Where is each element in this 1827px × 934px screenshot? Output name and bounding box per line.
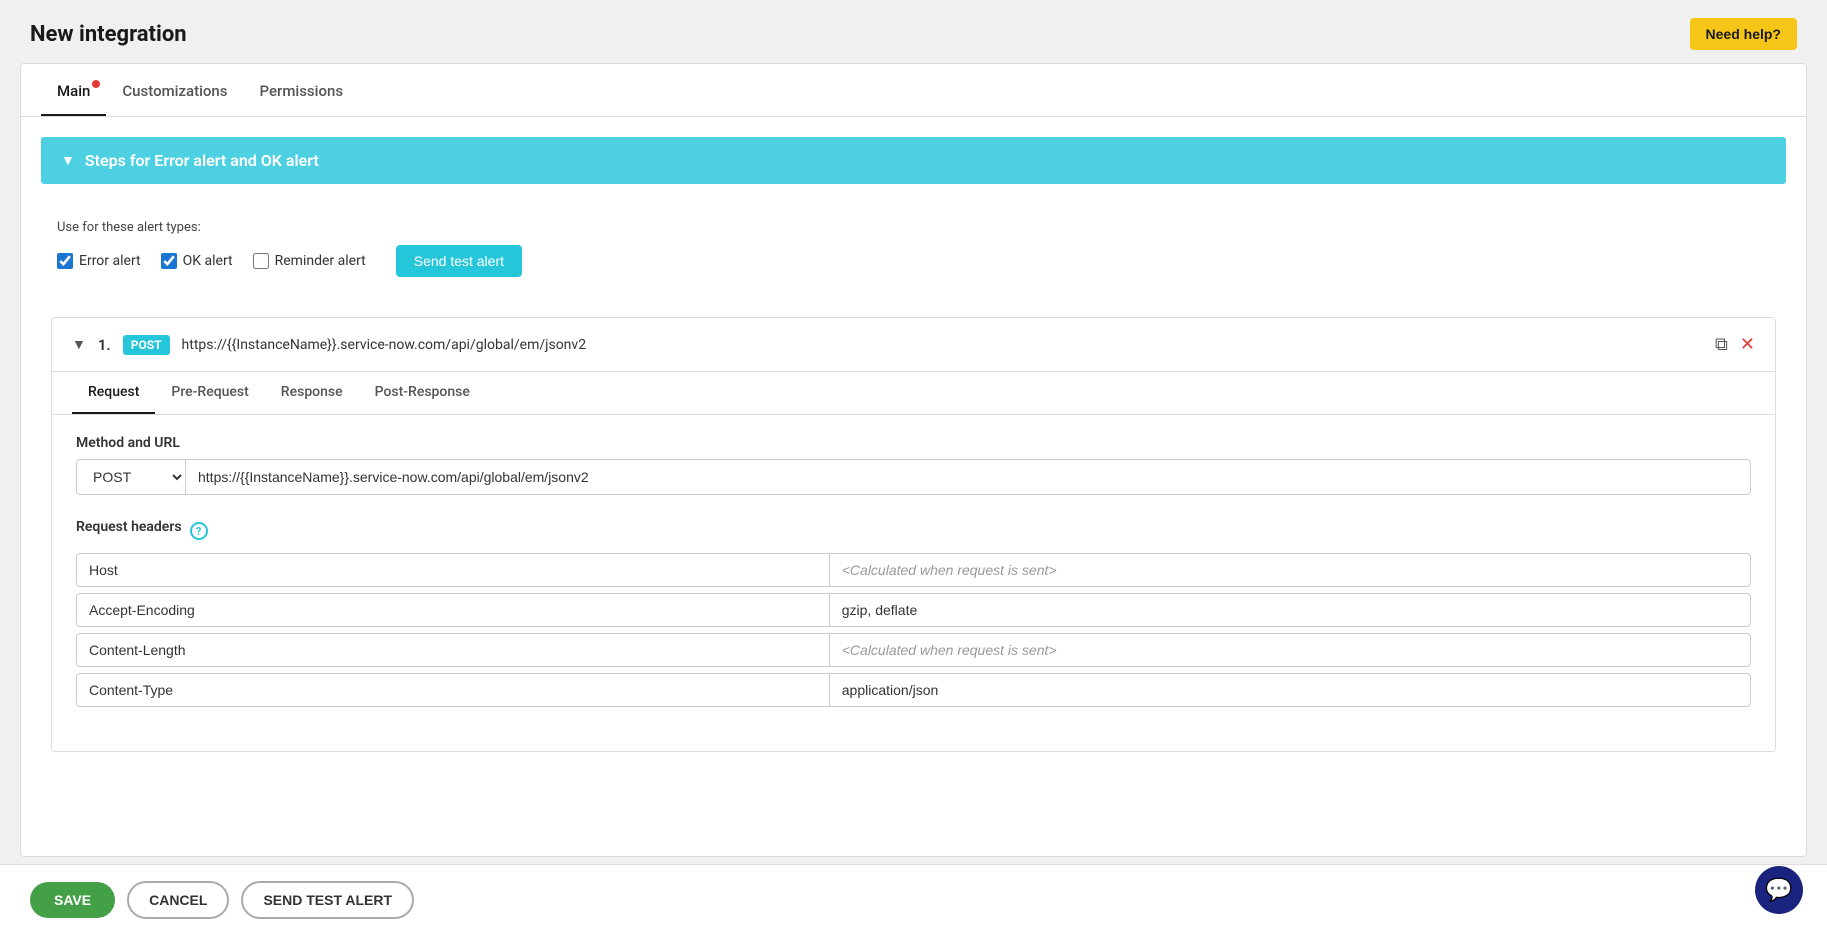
header-value-4[interactable] xyxy=(830,673,1751,707)
step-content: Method and URL POST GET PUT PATCH DELETE… xyxy=(52,415,1775,751)
main-tab-dot xyxy=(92,80,100,88)
headers-label-row: Request headers ? xyxy=(76,519,1751,543)
send-test-alert-inline-button[interactable]: Send test alert xyxy=(396,245,522,277)
tab-bar: Main Customizations Permissions xyxy=(21,64,1806,117)
alert-types-label: Use for these alert types: xyxy=(57,220,1770,235)
ok-alert-checkbox-item[interactable]: OK alert xyxy=(161,253,233,269)
alert-types-section: Use for these alert types: Error alert O… xyxy=(21,204,1806,297)
header-value-1[interactable] xyxy=(830,553,1751,587)
chat-bubble[interactable]: 💬 xyxy=(1755,866,1803,914)
header-key-4[interactable] xyxy=(76,673,830,707)
header-row-4 xyxy=(76,673,1751,707)
header-row-2 xyxy=(76,593,1751,627)
step-actions: ⧉ ✕ xyxy=(1715,334,1755,355)
step-method-badge: POST xyxy=(123,335,170,355)
page-title: New integration xyxy=(0,0,1827,63)
section-chevron-icon: ▼ xyxy=(61,152,75,169)
error-alert-checkbox-item[interactable]: Error alert xyxy=(57,253,141,269)
tab-permissions[interactable]: Permissions xyxy=(244,64,360,116)
header-value-3[interactable] xyxy=(830,633,1751,667)
ok-alert-checkbox[interactable] xyxy=(161,253,177,269)
need-help-button[interactable]: Need help? xyxy=(1690,18,1797,50)
save-button[interactable]: SAVE xyxy=(30,882,115,918)
headers-label: Request headers xyxy=(76,519,182,535)
alert-types-row: Error alert OK alert Reminder alert Send… xyxy=(57,245,1770,277)
step-header: ▼ 1. POST https://{{InstanceName}}.servi… xyxy=(52,318,1775,371)
reminder-alert-checkbox[interactable] xyxy=(253,253,269,269)
step-tab-pre-request[interactable]: Pre-Request xyxy=(155,372,264,414)
reminder-alert-checkbox-item[interactable]: Reminder alert xyxy=(253,253,366,269)
header-key-3[interactable] xyxy=(76,633,830,667)
header-key-1[interactable] xyxy=(76,553,830,587)
method-url-row: POST GET PUT PATCH DELETE xyxy=(76,459,1751,495)
step-expand-chevron-icon[interactable]: ▼ xyxy=(72,336,86,353)
error-alert-checkbox[interactable] xyxy=(57,253,73,269)
url-input[interactable] xyxy=(186,459,1751,495)
request-headers-group: Request headers ? xyxy=(76,519,1751,707)
error-alert-label: Error alert xyxy=(79,253,141,269)
method-select[interactable]: POST GET PUT PATCH DELETE xyxy=(76,459,186,495)
copy-icon[interactable]: ⧉ xyxy=(1715,334,1728,355)
header-row-3 xyxy=(76,633,1751,667)
tab-main[interactable]: Main xyxy=(41,64,106,116)
step-card: ▼ 1. POST https://{{InstanceName}}.servi… xyxy=(51,317,1776,752)
chat-bubble-icon: 💬 xyxy=(1765,878,1792,903)
section-header[interactable]: ▼ Steps for Error alert and OK alert xyxy=(41,137,1786,184)
step-url-display: https://{{InstanceName}}.service-now.com… xyxy=(182,337,1704,353)
cancel-button[interactable]: CANCEL xyxy=(127,881,229,919)
method-url-label: Method and URL xyxy=(76,435,1751,451)
step-tab-bar: Request Pre-Request Response Post-Respon… xyxy=(52,371,1775,415)
reminder-alert-label: Reminder alert xyxy=(275,253,366,269)
step-tab-post-response[interactable]: Post-Response xyxy=(359,372,486,414)
tab-customizations[interactable]: Customizations xyxy=(106,64,243,116)
step-tab-request[interactable]: Request xyxy=(72,372,155,414)
bottom-bar: SAVE CANCEL SEND TEST ALERT xyxy=(0,864,1827,934)
method-url-group: Method and URL POST GET PUT PATCH DELETE xyxy=(76,435,1751,495)
step-number: 1. xyxy=(98,336,111,354)
send-test-alert-button[interactable]: SEND TEST ALERT xyxy=(241,881,414,919)
header-value-2[interactable] xyxy=(830,593,1751,627)
section-title: Steps for Error alert and OK alert xyxy=(85,151,319,170)
delete-icon[interactable]: ✕ xyxy=(1740,334,1755,355)
step-tab-response[interactable]: Response xyxy=(265,372,359,414)
header-key-2[interactable] xyxy=(76,593,830,627)
headers-help-icon[interactable]: ? xyxy=(190,522,208,540)
header-row-1 xyxy=(76,553,1751,587)
ok-alert-label: OK alert xyxy=(183,253,233,269)
main-card: Main Customizations Permissions ▼ Steps … xyxy=(20,63,1807,857)
